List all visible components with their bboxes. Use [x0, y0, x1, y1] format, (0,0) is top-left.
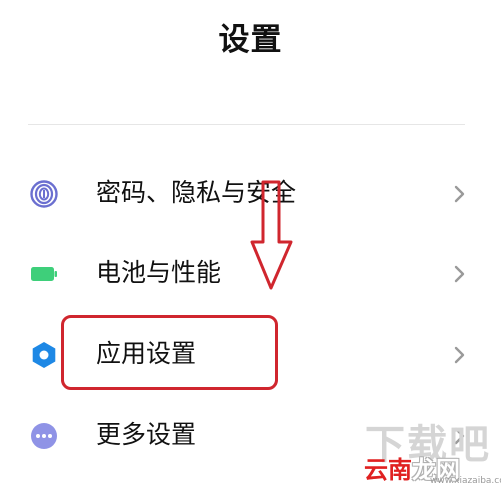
chevron-right-icon	[452, 260, 468, 288]
page-title: 设置	[218, 22, 283, 58]
settings-item-label: 更多设置	[96, 420, 197, 449]
gear-icon	[30, 341, 58, 369]
chevron-right-icon	[452, 180, 468, 208]
chevron-right-icon	[452, 341, 468, 369]
watermark: 下载吧 云南龙网 www.xiazaiba.com	[360, 410, 501, 490]
more-dots-icon	[30, 422, 58, 450]
settings-item-label: 电池与性能	[96, 258, 222, 287]
down-arrow-annotation	[250, 180, 294, 292]
watermark-url: www.xiazaiba.com	[430, 476, 501, 486]
fingerprint-icon	[30, 180, 58, 208]
battery-icon	[30, 260, 58, 288]
highlight-box-annotation	[61, 315, 278, 390]
header-divider	[28, 124, 465, 125]
